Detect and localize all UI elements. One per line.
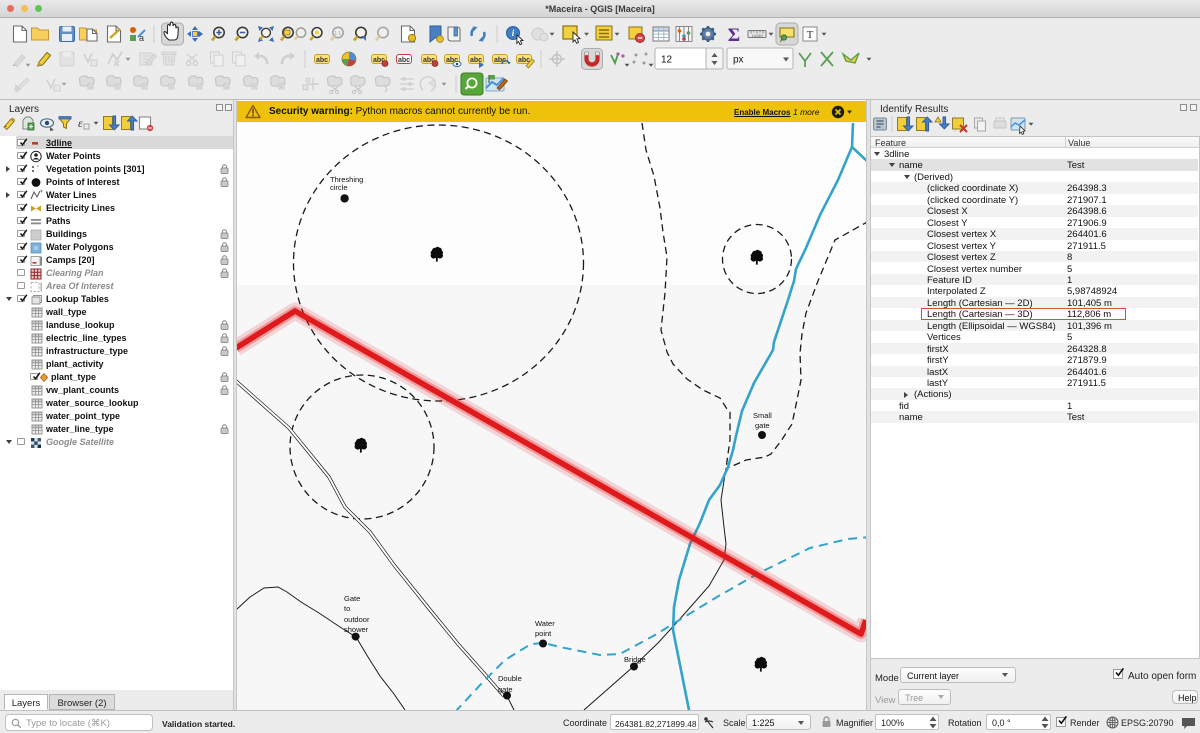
svg-text:shower: shower (344, 625, 369, 634)
svg-text:Bridge: Bridge (624, 655, 646, 664)
svg-text:circle: circle (330, 183, 348, 192)
svg-text:abc: abc (398, 57, 410, 64)
svg-text:abc: abc (518, 57, 530, 64)
svg-text:14159: 14159 (751, 33, 763, 38)
svg-text:gate: gate (498, 685, 513, 694)
svg-text:Double: Double (498, 674, 522, 683)
svg-text:point: point (535, 629, 552, 638)
svg-text:ε: ε (78, 116, 83, 130)
svg-text:1:1: 1:1 (334, 31, 341, 37)
svg-text:gate: gate (755, 421, 770, 430)
svg-text:abc: abc (316, 57, 328, 64)
svg-text:12: 12 (661, 55, 673, 66)
svg-text:Gate: Gate (344, 594, 360, 603)
svg-text:abc: abc (470, 57, 482, 64)
svg-text:Water: Water (535, 619, 555, 628)
svg-text:px: px (733, 55, 744, 66)
svg-text:outdoor: outdoor (344, 615, 370, 624)
svg-text:T: T (807, 29, 814, 41)
svg-text:Σ: Σ (728, 25, 740, 46)
svg-text:Small: Small (753, 411, 772, 420)
svg-text:to: to (344, 604, 350, 613)
